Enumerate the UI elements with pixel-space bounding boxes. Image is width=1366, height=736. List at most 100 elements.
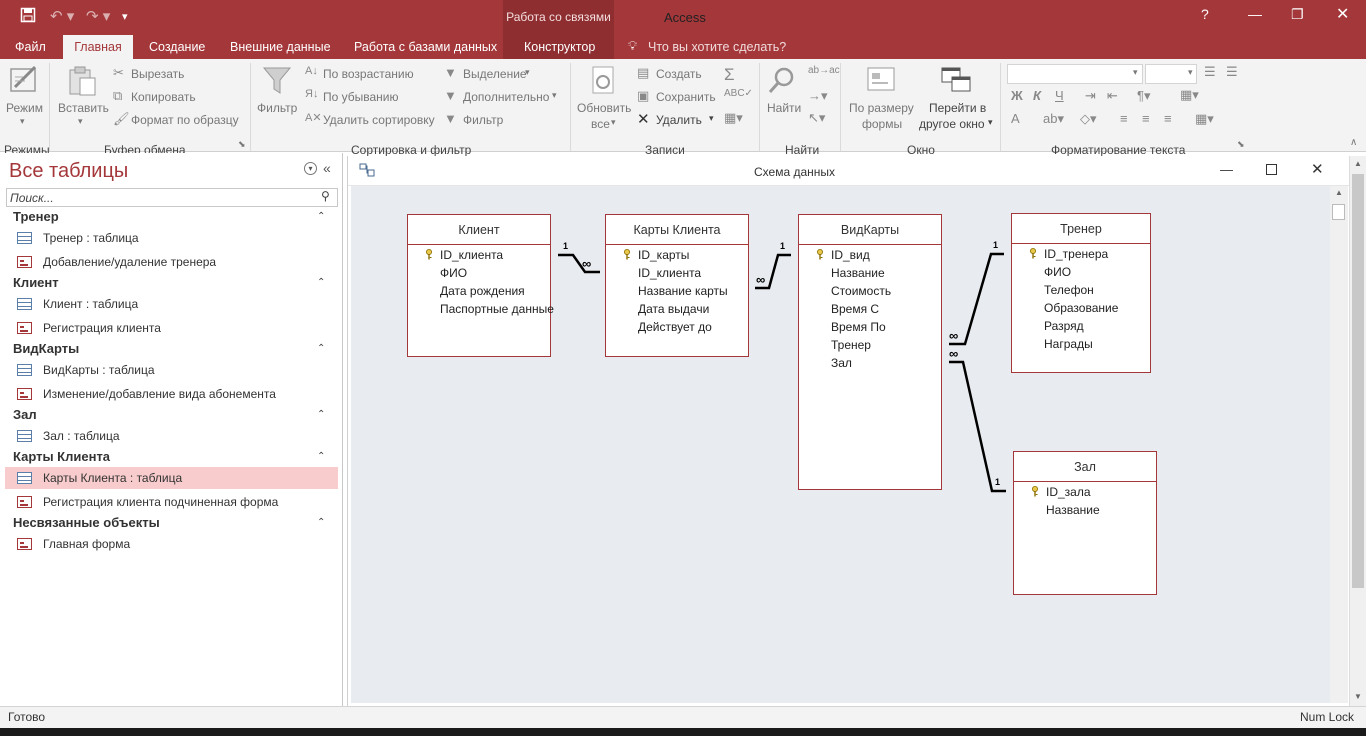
tab-database-tools[interactable]: Работа с базами данных <box>354 40 497 54</box>
remove-sort-button[interactable]: Удалить сортировку <box>323 113 435 127</box>
filter-button[interactable]: Фильтр <box>257 101 297 115</box>
restore-icon[interactable]: ❐ <box>1291 6 1304 23</box>
nav-search-input[interactable]: Поиск... <box>6 188 338 207</box>
table-field[interactable]: Награды <box>1044 337 1093 351</box>
table-box[interactable]: ВидКарты ID_вид Название Стоимость Время С Вр… <box>798 214 942 490</box>
nav-group-header[interactable]: Зал <box>13 407 37 422</box>
nav-group-header[interactable]: Клиент <box>13 275 59 290</box>
paste-dropdown[interactable]: ▾ <box>78 116 83 127</box>
primary-key-field[interactable]: ID_вид <box>831 248 870 262</box>
collapse-chevron-icon[interactable]: ⌃ <box>317 343 325 354</box>
view-mode-dropdown[interactable]: ▾ <box>20 116 25 127</box>
fill-color-icon[interactable]: ◇▾ <box>1080 111 1097 127</box>
indent-increase-icon[interactable]: ⇥ <box>1085 88 1096 104</box>
scroll-thumb[interactable] <box>1332 204 1345 220</box>
text-format-launcher-icon[interactable]: ⬊ <box>1237 139 1245 150</box>
minimize-icon[interactable]: — <box>1248 6 1262 22</box>
nav-item-form[interactable]: Регистрация клиента подчиненная форма <box>5 491 338 513</box>
table-field[interactable]: Дата рождения <box>440 284 525 298</box>
maximize-icon[interactable] <box>1266 164 1277 175</box>
table-title[interactable]: Клиент <box>408 215 550 245</box>
nav-group-header[interactable]: Карты Клиента <box>13 449 110 464</box>
primary-key-field[interactable]: ID_зала <box>1046 485 1091 499</box>
table-field[interactable]: Зал <box>831 356 852 370</box>
table-field[interactable]: ФИО <box>440 266 467 280</box>
nav-group-header[interactable]: ВидКарты <box>13 341 79 356</box>
view-mode-button[interactable]: Режим <box>6 101 43 115</box>
nav-item-form[interactable]: Изменение/добавление вида абонемента <box>5 383 338 405</box>
collapse-chevron-icon[interactable]: ⌃ <box>317 409 325 420</box>
table-box[interactable]: Карты Клиента ID_карты ID_клиента Название … <box>605 214 749 357</box>
bold-button[interactable]: Ж <box>1011 88 1023 103</box>
help-button[interactable]: ? <box>1201 6 1209 22</box>
format-painter-button[interactable]: Формат по образцу <box>131 113 239 127</box>
table-field[interactable]: Тренер <box>831 338 871 352</box>
scroll-down-icon[interactable]: ▼ <box>1354 692 1362 701</box>
table-title[interactable]: Карты Клиента <box>606 215 748 245</box>
shutter-bar-close-icon[interactable]: « <box>323 160 331 176</box>
align-left-icon[interactable]: ≡ <box>1120 111 1128 126</box>
table-field[interactable]: ID_клиента <box>638 266 701 280</box>
bullets-icon[interactable]: ☰ <box>1204 64 1216 80</box>
table-field[interactable]: Паспортные данные <box>440 302 554 316</box>
table-box[interactable]: Тренер ID_тренера ФИО Телефон Образование Раз… <box>1011 213 1151 373</box>
fit-form-icon[interactable] <box>866 65 896 100</box>
nav-item-form[interactable]: Добавление/удаление тренера <box>5 251 338 273</box>
gridlines-icon[interactable]: ▦▾ <box>1180 87 1199 103</box>
search-icon[interactable]: ⚲ <box>321 189 330 203</box>
switch-windows-button[interactable]: Перейти в <box>929 101 986 115</box>
scroll-up-icon[interactable]: ▲ <box>1354 159 1362 168</box>
switch-windows-dropdown[interactable]: ▾ <box>988 117 993 128</box>
more-records-icon[interactable]: ▦▾ <box>724 110 743 126</box>
table-field[interactable]: Название <box>1046 503 1100 517</box>
sort-desc-button[interactable]: По убыванию <box>323 90 399 104</box>
collapse-chevron-icon[interactable]: ⌃ <box>317 277 325 288</box>
underline-button[interactable]: Ч <box>1055 88 1064 103</box>
table-box[interactable]: Зал ID_зала Название <box>1013 451 1157 595</box>
diagram-vertical-scrollbar[interactable]: ▲ <box>1330 186 1348 703</box>
nav-item-form[interactable]: Главная форма <box>5 533 338 555</box>
cut-button[interactable]: Вырезать <box>131 67 184 81</box>
refresh-dropdown[interactable]: ▾ <box>611 117 616 128</box>
table-field[interactable]: Дата выдачи <box>638 302 709 316</box>
table-field[interactable]: Действует до <box>638 320 712 334</box>
collapse-chevron-icon[interactable]: ⌃ <box>317 211 325 222</box>
nav-item-table[interactable]: Зал : таблица <box>5 425 338 447</box>
nav-group-header[interactable]: Несвязанные объекты <box>13 515 160 530</box>
goto-icon[interactable]: →▾ <box>808 88 828 104</box>
selection-dropdown[interactable]: ▾ <box>525 67 530 78</box>
nav-item-form[interactable]: Регистрация клиента <box>5 317 338 339</box>
tab-create[interactable]: Создание <box>149 40 205 54</box>
nav-pane-title[interactable]: Все таблицы <box>9 160 128 183</box>
close-icon[interactable]: ✕ <box>1311 160 1324 178</box>
table-field[interactable]: Телефон <box>1044 283 1094 297</box>
close-icon[interactable]: ✕ <box>1336 4 1349 24</box>
font-color-button[interactable]: A <box>1011 111 1020 126</box>
toggle-filter-button[interactable]: Фильтр <box>463 113 503 127</box>
numbering-icon[interactable]: ☰ <box>1226 64 1238 80</box>
copy-button[interactable]: Копировать <box>131 90 196 104</box>
indent-decrease-icon[interactable]: ⇤ <box>1107 88 1118 104</box>
scroll-thumb[interactable] <box>1352 174 1364 588</box>
font-size-dropdown[interactable]: ▾ <box>1188 67 1193 78</box>
table-field[interactable]: Образование <box>1044 301 1118 315</box>
italic-button[interactable]: К <box>1033 88 1041 103</box>
customize-qat-icon[interactable]: ▾ <box>122 10 128 23</box>
paste-button[interactable]: Вставить <box>58 101 109 115</box>
tab-file[interactable]: Файл <box>15 40 46 54</box>
delete-dropdown[interactable]: ▾ <box>709 113 714 124</box>
nav-menu-chevron-icon[interactable]: ▾ <box>304 162 317 175</box>
spelling-icon[interactable]: ABC✓ <box>724 88 753 99</box>
advanced-button[interactable]: Дополнительно <box>463 90 549 104</box>
align-center-icon[interactable]: ≡ <box>1142 111 1150 126</box>
view-mode-icon[interactable] <box>9 65 41 100</box>
table-field[interactable]: ФИО <box>1044 265 1071 279</box>
paste-icon[interactable] <box>67 65 97 100</box>
switch-windows-icon[interactable] <box>940 65 972 100</box>
selection-button[interactable]: Выделение <box>463 67 527 81</box>
tab-external-data[interactable]: Внешние данные <box>230 40 331 54</box>
paragraph-ltr-icon[interactable]: ¶▾ <box>1137 88 1151 104</box>
outer-vertical-scrollbar[interactable]: ▲ ▼ <box>1349 156 1366 706</box>
font-name-select[interactable] <box>1007 64 1143 84</box>
nav-item-table[interactable]: ВидКарты : таблица <box>5 359 338 381</box>
